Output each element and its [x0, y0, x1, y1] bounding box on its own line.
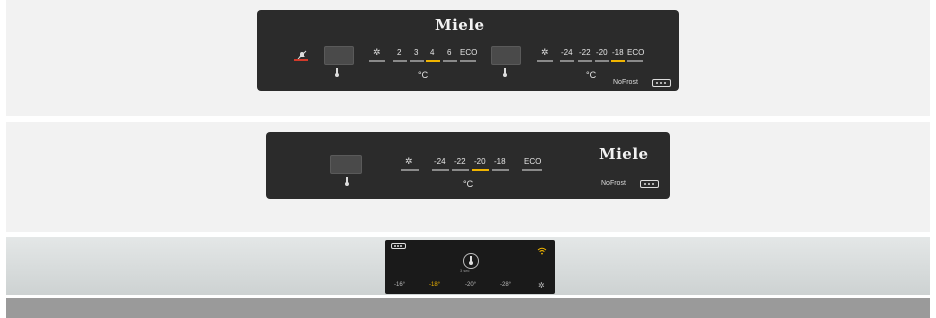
temp-option--16[interactable]: -16°	[394, 282, 405, 288]
freezer-temp--24[interactable]: -24	[561, 48, 573, 57]
temp-option--20[interactable]: -20°	[465, 282, 476, 288]
freezer2-temp--24[interactable]: -24	[434, 157, 446, 166]
fridge-temp-2[interactable]: 2	[397, 48, 401, 57]
freezer2-unit: °C	[463, 179, 474, 189]
freezer-temp--18[interactable]: -18	[612, 48, 624, 57]
freezer-display-2	[330, 155, 362, 174]
freezer2-bar--24[interactable]	[432, 169, 449, 171]
brand-logo: Miele	[435, 16, 485, 34]
fridge-bar-eco[interactable]	[460, 60, 476, 62]
nofrost-icon-3	[391, 243, 406, 249]
freezer-display	[491, 46, 521, 65]
fridge-temp-eco[interactable]: ECO	[460, 48, 477, 57]
freezer-temp--20[interactable]: -20	[596, 48, 608, 57]
fridge-unit: °C	[418, 70, 429, 80]
nofrost-icon	[652, 79, 671, 87]
freezer-bar-eco[interactable]	[627, 60, 643, 62]
alarm-off-icon[interactable]	[297, 47, 307, 60]
nofrost-label: NoFrost	[613, 79, 638, 86]
nofrost-label-2: NoFrost	[601, 180, 626, 187]
freezer-temp--22[interactable]: -22	[579, 48, 591, 57]
superfrost-icon[interactable]: ✲	[373, 48, 381, 57]
freezer-bar--18-selected[interactable]	[611, 60, 625, 62]
fridge-bar-6[interactable]	[443, 60, 457, 62]
superfrost-bar[interactable]	[369, 60, 385, 62]
nofrost-icon-2	[640, 180, 659, 188]
brand-logo-2: Miele	[599, 145, 649, 163]
fridge-temp-3[interactable]: 3	[414, 48, 418, 57]
superfrost-freezer-icon[interactable]: ✲	[541, 48, 549, 57]
fridge-temp-6[interactable]: 6	[447, 48, 451, 57]
superfrost-freezer-bar[interactable]	[537, 60, 553, 62]
fridge-bar-3[interactable]	[410, 60, 424, 62]
hold-hint: 3 sec	[460, 268, 470, 273]
freezer-thermometer-icon	[503, 68, 507, 77]
fridge-temp-4[interactable]: 4	[430, 48, 434, 57]
freezer2-bar--20-selected[interactable]	[472, 169, 489, 171]
fridge-thermometer-icon	[335, 68, 339, 77]
freezer2-temp-eco[interactable]: ECO	[524, 157, 541, 166]
superfrost-bar-2[interactable]	[401, 169, 419, 171]
wifi-icon	[537, 242, 547, 255]
superfrost-icon-3[interactable]: ✲	[538, 281, 545, 290]
freezer-bar--20[interactable]	[595, 60, 609, 62]
alarm-off-indicator	[294, 59, 308, 61]
control-panel-freezer: Miele ✲ -24 -22 -20 -18 ECO °C NoFrost	[266, 132, 670, 199]
temp-option--28[interactable]: -28°	[500, 282, 511, 288]
freezer2-bar--18[interactable]	[492, 169, 509, 171]
freezer2-temp--20[interactable]: -20	[474, 157, 486, 166]
freezer-bar--24[interactable]	[560, 60, 574, 62]
freezer2-temp--22[interactable]: -22	[454, 157, 466, 166]
fridge-bar-4-selected[interactable]	[426, 60, 440, 62]
temp-option--18-selected[interactable]: -18°	[429, 282, 440, 288]
superfrost-icon-2[interactable]: ✲	[405, 157, 413, 166]
touch-display-panel: 3 sec -16° -18° -20° -28° ✲	[385, 240, 555, 294]
fridge-display	[324, 46, 354, 65]
temperature-button[interactable]	[463, 253, 479, 269]
freezer2-bar-eco[interactable]	[522, 169, 542, 171]
freezer-temp-eco[interactable]: ECO	[627, 48, 644, 57]
appliance-base	[6, 298, 930, 318]
fridge-bar-2[interactable]	[393, 60, 407, 62]
freezer-thermometer-icon-2	[345, 177, 349, 186]
thermometer-icon-3	[469, 256, 473, 265]
freezer2-bar--22[interactable]	[452, 169, 469, 171]
freezer-bar--22[interactable]	[578, 60, 592, 62]
control-panel-fridge-freezer: Miele ✲ 2 3 4 6 ECO °C ✲ -24 -22 -20 -18…	[257, 10, 679, 91]
freezer2-temp--18[interactable]: -18	[494, 157, 506, 166]
freezer-unit: °C	[586, 70, 597, 80]
